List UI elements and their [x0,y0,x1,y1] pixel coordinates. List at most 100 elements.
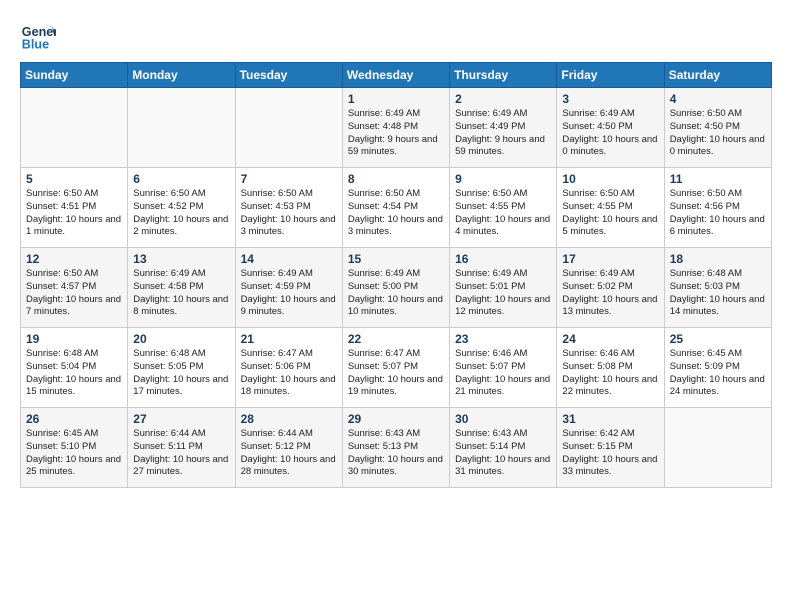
day-info: Sunrise: 6:50 AM Sunset: 4:53 PM Dayligh… [241,188,337,239]
calendar-cell: 13 Sunrise: 6:49 AM Sunset: 4:58 PM Dayli… [128,248,235,328]
day-of-week-header: Saturday [664,63,771,88]
calendar-cell: 11 Sunrise: 6:50 AM Sunset: 4:56 PM Dayli… [664,168,771,248]
calendar-cell: 16Sunrise: 6:49 AM Sunset: 5:01 PM Dayli… [450,248,557,328]
day-info: Sunrise: 6:48 AM Sunset: 5:04 PM Dayligh… [26,348,122,399]
svg-text:Blue: Blue [22,37,49,51]
calendar-cell: 23 Sunrise: 6:46 AM Sunset: 5:07 PM Dayli… [450,328,557,408]
day-number: 1 [348,92,444,106]
day-info: Sunrise: 6:50 AM Sunset: 4:54 PM Dayligh… [348,188,444,239]
day-info: Sunrise: 6:49 AM Sunset: 4:50 PM Dayligh… [562,108,658,159]
calendar-cell: 24 Sunrise: 6:46 AM Sunset: 5:08 PM Dayli… [557,328,664,408]
day-number: 2 [455,92,551,106]
calendar-cell [664,408,771,488]
day-info: Sunrise: 6:46 AM Sunset: 5:08 PM Dayligh… [562,348,658,399]
day-number: 28 [241,412,337,426]
calendar-cell: 30 Sunrise: 6:43 AM Sunset: 5:14 PM Dayli… [450,408,557,488]
calendar-cell: 17 Sunrise: 6:49 AM Sunset: 5:02 PM Dayli… [557,248,664,328]
calendar-week-row: 12 Sunrise: 6:50 AM Sunset: 4:57 PM Dayli… [21,248,772,328]
day-number: 11 [670,172,766,186]
day-number: 23 [455,332,551,346]
day-of-week-header: Monday [128,63,235,88]
day-info: Sunrise: 6:50 AM Sunset: 4:55 PM Dayligh… [562,188,658,239]
day-number: 20 [133,332,229,346]
calendar-cell: 21Sunrise: 6:47 AM Sunset: 5:06 PM Dayli… [235,328,342,408]
calendar-cell: 12 Sunrise: 6:50 AM Sunset: 4:57 PM Dayli… [21,248,128,328]
day-info: Sunrise: 6:46 AM Sunset: 5:07 PM Dayligh… [455,348,551,399]
calendar-cell: 25Sunrise: 6:45 AM Sunset: 5:09 PM Dayli… [664,328,771,408]
day-number: 25 [670,332,766,346]
calendar-cell [21,88,128,168]
day-number: 12 [26,252,122,266]
day-info: Sunrise: 6:50 AM Sunset: 4:57 PM Dayligh… [26,268,122,319]
day-info: Sunrise: 6:49 AM Sunset: 4:59 PM Dayligh… [241,268,337,319]
calendar-cell: 15 Sunrise: 6:49 AM Sunset: 5:00 PM Dayli… [342,248,449,328]
calendar-cell: 1 Sunrise: 6:49 AM Sunset: 4:48 PM Daylig… [342,88,449,168]
day-number: 18 [670,252,766,266]
calendar-cell: 28 Sunrise: 6:44 AM Sunset: 5:12 PM Dayli… [235,408,342,488]
calendar-cell: 31 Sunrise: 6:42 AM Sunset: 5:15 PM Dayli… [557,408,664,488]
day-number: 15 [348,252,444,266]
calendar-cell: 22Sunrise: 6:47 AM Sunset: 5:07 PM Dayli… [342,328,449,408]
day-info: Sunrise: 6:42 AM Sunset: 5:15 PM Dayligh… [562,428,658,479]
day-number: 10 [562,172,658,186]
day-info: Sunrise: 6:49 AM Sunset: 4:58 PM Dayligh… [133,268,229,319]
calendar-cell [235,88,342,168]
day-number: 26 [26,412,122,426]
day-number: 5 [26,172,122,186]
calendar-cell: 3 Sunrise: 6:49 AM Sunset: 4:50 PM Daylig… [557,88,664,168]
calendar-cell: 7 Sunrise: 6:50 AM Sunset: 4:53 PM Daylig… [235,168,342,248]
day-number: 7 [241,172,337,186]
day-info: Sunrise: 6:44 AM Sunset: 5:12 PM Dayligh… [241,428,337,479]
day-number: 3 [562,92,658,106]
calendar-week-row: 26Sunrise: 6:45 AM Sunset: 5:10 PM Dayli… [21,408,772,488]
day-info: Sunrise: 6:48 AM Sunset: 5:03 PM Dayligh… [670,268,766,319]
calendar-cell: 14Sunrise: 6:49 AM Sunset: 4:59 PM Dayli… [235,248,342,328]
day-number: 9 [455,172,551,186]
day-of-week-header: Sunday [21,63,128,88]
day-of-week-header: Friday [557,63,664,88]
logo-icon: General Blue [20,16,56,52]
day-number: 4 [670,92,766,106]
header: General Blue [20,16,772,52]
calendar-week-row: 1 Sunrise: 6:49 AM Sunset: 4:48 PM Daylig… [21,88,772,168]
calendar-cell: 8 Sunrise: 6:50 AM Sunset: 4:54 PM Daylig… [342,168,449,248]
calendar-cell: 2 Sunrise: 6:49 AM Sunset: 4:49 PM Daylig… [450,88,557,168]
day-number: 30 [455,412,551,426]
calendar-cell: 20Sunrise: 6:48 AM Sunset: 5:05 PM Dayli… [128,328,235,408]
day-info: Sunrise: 6:49 AM Sunset: 5:01 PM Dayligh… [455,268,551,319]
calendar-cell: 6 Sunrise: 6:50 AM Sunset: 4:52 PM Daylig… [128,168,235,248]
calendar-cell: 5Sunrise: 6:50 AM Sunset: 4:51 PM Daylig… [21,168,128,248]
day-info: Sunrise: 6:50 AM Sunset: 4:56 PM Dayligh… [670,188,766,239]
calendar-table: SundayMondayTuesdayWednesdayThursdayFrid… [20,62,772,488]
calendar-week-row: 5Sunrise: 6:50 AM Sunset: 4:51 PM Daylig… [21,168,772,248]
day-number: 8 [348,172,444,186]
day-info: Sunrise: 6:43 AM Sunset: 5:14 PM Dayligh… [455,428,551,479]
calendar-cell: 9Sunrise: 6:50 AM Sunset: 4:55 PM Daylig… [450,168,557,248]
day-info: Sunrise: 6:49 AM Sunset: 5:02 PM Dayligh… [562,268,658,319]
calendar-cell: 19Sunrise: 6:48 AM Sunset: 5:04 PM Dayli… [21,328,128,408]
day-number: 17 [562,252,658,266]
calendar-cell: 4 Sunrise: 6:50 AM Sunset: 4:50 PM Daylig… [664,88,771,168]
logo: General Blue [20,16,56,52]
day-info: Sunrise: 6:49 AM Sunset: 4:49 PM Dayligh… [455,108,551,159]
calendar-cell: 26Sunrise: 6:45 AM Sunset: 5:10 PM Dayli… [21,408,128,488]
calendar-cell [128,88,235,168]
day-of-week-header: Thursday [450,63,557,88]
day-info: Sunrise: 6:47 AM Sunset: 5:07 PM Dayligh… [348,348,444,399]
day-of-week-header: Tuesday [235,63,342,88]
day-number: 24 [562,332,658,346]
day-number: 31 [562,412,658,426]
page: General Blue SundayMondayTuesdayWednesda… [0,0,792,508]
day-info: Sunrise: 6:50 AM Sunset: 4:52 PM Dayligh… [133,188,229,239]
day-info: Sunrise: 6:49 AM Sunset: 4:48 PM Dayligh… [348,108,444,159]
day-info: Sunrise: 6:43 AM Sunset: 5:13 PM Dayligh… [348,428,444,479]
calendar-cell: 29Sunrise: 6:43 AM Sunset: 5:13 PM Dayli… [342,408,449,488]
day-info: Sunrise: 6:50 AM Sunset: 4:50 PM Dayligh… [670,108,766,159]
day-info: Sunrise: 6:49 AM Sunset: 5:00 PM Dayligh… [348,268,444,319]
day-of-week-header: Wednesday [342,63,449,88]
day-number: 6 [133,172,229,186]
day-number: 13 [133,252,229,266]
calendar-cell: 27Sunrise: 6:44 AM Sunset: 5:11 PM Dayli… [128,408,235,488]
calendar-week-row: 19Sunrise: 6:48 AM Sunset: 5:04 PM Dayli… [21,328,772,408]
day-of-week-row: SundayMondayTuesdayWednesdayThursdayFrid… [21,63,772,88]
